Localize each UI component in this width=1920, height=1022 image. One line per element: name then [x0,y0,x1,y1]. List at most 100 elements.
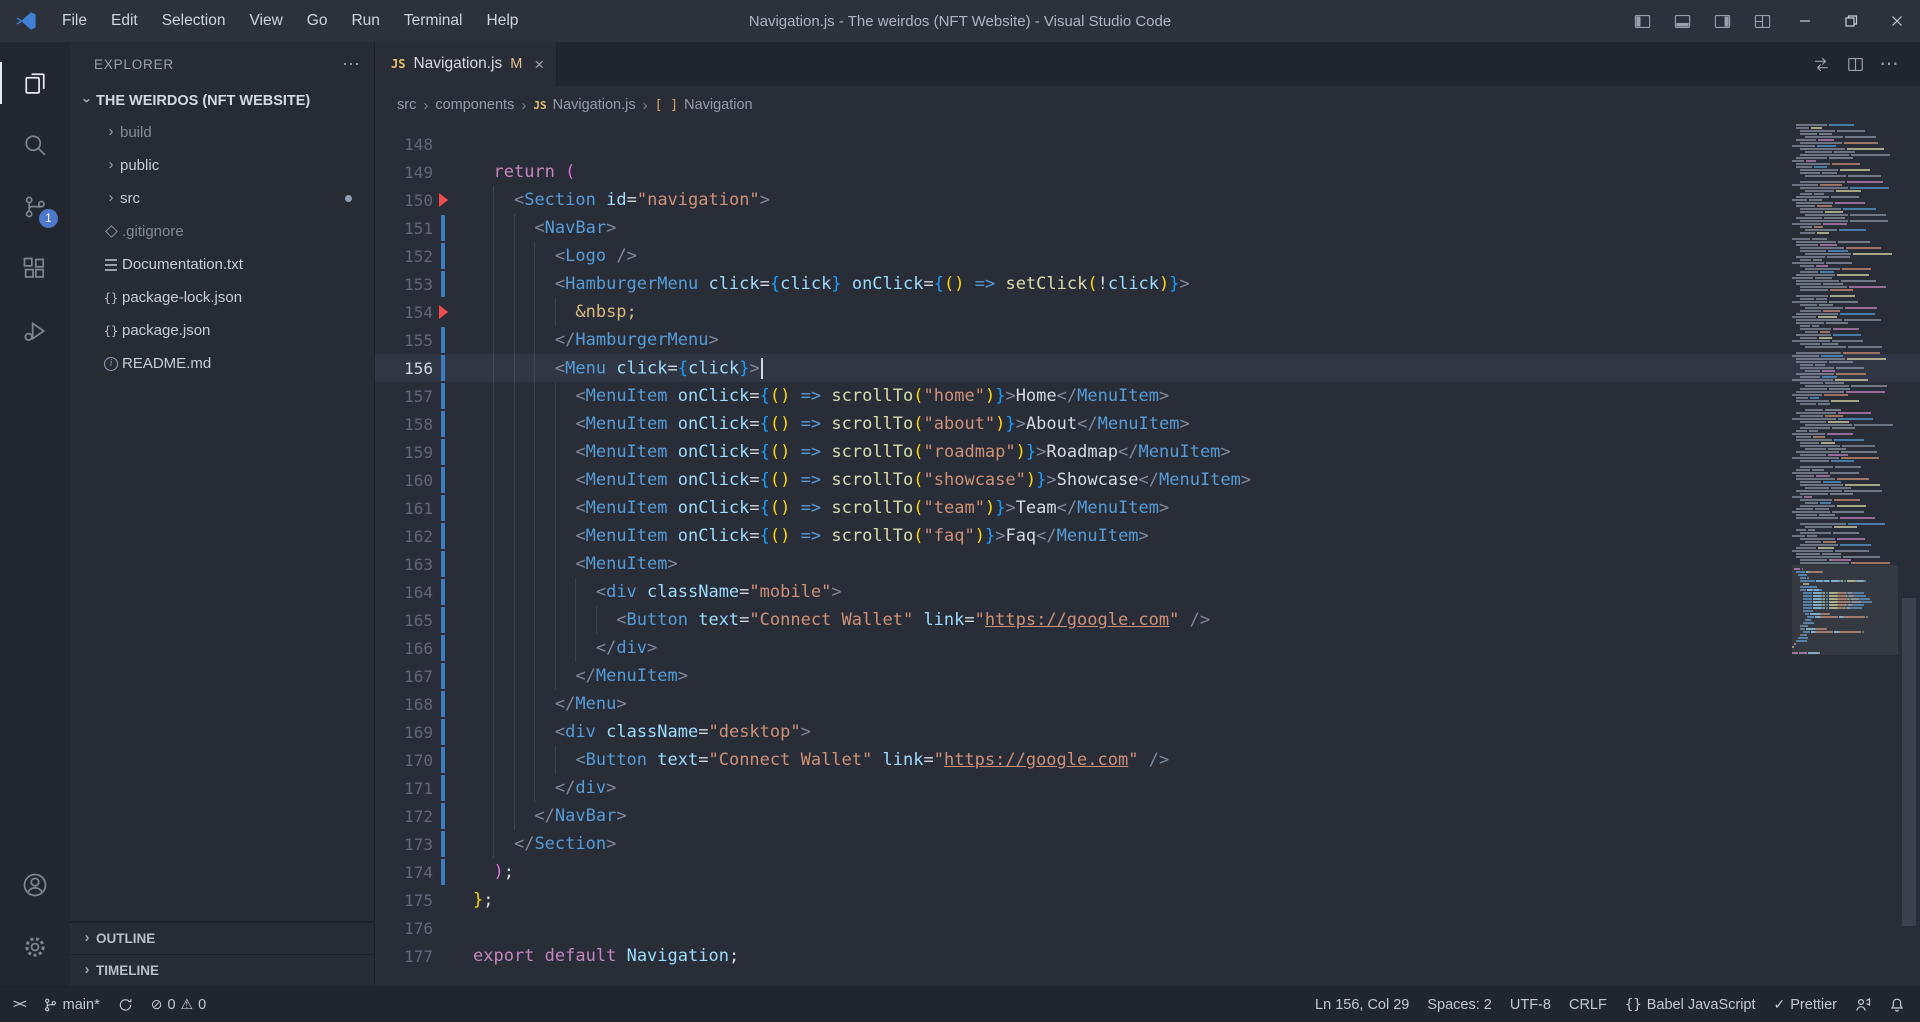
language-mode[interactable]: {} Babel JavaScript [1616,987,1765,1022]
code-line[interactable]: 172 </NavBar> [375,802,1920,830]
minimize-button[interactable] [1782,0,1828,42]
activitybar-settings[interactable] [0,916,70,978]
explorer-item-public[interactable]: ›public [70,149,374,182]
code-line[interactable]: 177export default Navigation; [375,942,1920,970]
breadcrumb-navigation-js[interactable]: JSNavigation.js [533,97,635,113]
line-number[interactable]: 168 [375,695,433,714]
code-line[interactable]: 167 </MenuItem> [375,662,1920,690]
code-line[interactable]: 156 <Menu click={click}> [375,354,1920,382]
activitybar-extensions[interactable] [0,238,70,300]
explorer-more-actions-icon[interactable]: ⋯ [342,54,360,75]
line-number[interactable]: 172 [375,807,433,826]
line-number[interactable]: 170 [375,751,433,770]
cursor-position[interactable]: Ln 156, Col 29 [1306,987,1418,1022]
code-line[interactable]: 153 <HamburgerMenu click={click} onClick… [375,270,1920,298]
menu-terminal[interactable]: Terminal [392,0,475,42]
line-number[interactable]: 159 [375,443,433,462]
code-line[interactable]: 155 </HamburgerMenu> [375,326,1920,354]
explorer-item-documentation-txt[interactable]: Documentation.txt [70,248,374,281]
section-outline[interactable]: ›OUTLINE [70,922,374,954]
tab-navigation-js[interactable]: JS Navigation.js M × [375,42,557,86]
code-line[interactable]: 162 <MenuItem onClick={() => scrollTo("f… [375,522,1920,550]
code-line[interactable]: 149 return ( [375,158,1920,186]
line-number[interactable]: 148 [375,135,433,154]
breadcrumb-navigation[interactable]: [ ]Navigation [655,97,753,113]
indentation-setting[interactable]: Spaces: 2 [1418,987,1501,1022]
activitybar-run-debug[interactable] [0,300,70,362]
line-number[interactable]: 161 [375,499,433,518]
line-number[interactable]: 149 [375,163,433,182]
line-number[interactable]: 164 [375,583,433,602]
code-line[interactable]: 165 <Button text="Connect Wallet" link="… [375,606,1920,634]
menu-view[interactable]: View [237,0,294,42]
code-line[interactable]: 173 </Section> [375,830,1920,858]
code-line[interactable]: 157 <MenuItem onClick={() => scrollTo("h… [375,382,1920,410]
code-line[interactable]: 150 <Section id="navigation"> [375,186,1920,214]
line-number[interactable]: 169 [375,723,433,742]
encoding-setting[interactable]: UTF-8 [1501,987,1560,1022]
breadcrumb-src[interactable]: src [397,97,416,113]
vertical-scrollbar[interactable] [1898,124,1920,986]
code-line[interactable]: 151 <NavBar> [375,214,1920,242]
code-editor[interactable]: 148 149 return (150 <Section id="navigati… [375,124,1920,986]
code-line[interactable]: 152 <Logo /> [375,242,1920,270]
menu-selection[interactable]: Selection [150,0,238,42]
code-line[interactable]: 161 <MenuItem onClick={() => scrollTo("t… [375,494,1920,522]
code-line[interactable]: 158 <MenuItem onClick={() => scrollTo("a… [375,410,1920,438]
activitybar-account[interactable] [0,854,70,916]
activitybar-explorer[interactable] [0,52,70,114]
line-number[interactable]: 151 [375,219,433,238]
code-line[interactable]: 175}; [375,886,1920,914]
line-number[interactable]: 166 [375,639,433,658]
line-number[interactable]: 165 [375,611,433,630]
code-line[interactable]: 164 <div className="mobile"> [375,578,1920,606]
menu-go[interactable]: Go [295,0,340,42]
scrollbar-thumb[interactable] [1902,598,1916,926]
line-number[interactable]: 162 [375,527,433,546]
minimap-viewport[interactable] [1792,565,1898,655]
explorer-item-package-json[interactable]: {}package.json [70,314,374,347]
formatter-status[interactable]: ✓ Prettier [1765,987,1846,1022]
explorer-item-src[interactable]: ›src [70,182,374,215]
close-button[interactable] [1874,0,1920,42]
menu-edit[interactable]: Edit [99,0,150,42]
code-line[interactable]: 174 ); [375,858,1920,886]
split-editor-icon[interactable] [1838,55,1872,74]
line-number[interactable]: 171 [375,779,433,798]
line-number[interactable]: 163 [375,555,433,574]
line-number[interactable]: 150 [375,191,433,210]
line-number[interactable]: 160 [375,471,433,490]
close-icon[interactable]: × [534,56,544,73]
code-line[interactable]: 159 <MenuItem onClick={() => scrollTo("r… [375,438,1920,466]
explorer-item-package-lock-json[interactable]: {}package-lock.json [70,281,374,314]
code-line[interactable]: 169 <div className="desktop"> [375,718,1920,746]
code-line[interactable]: 168 </Menu> [375,690,1920,718]
restore-button[interactable] [1828,0,1874,42]
toggle-secondary-sidebar-icon[interactable] [1702,0,1742,42]
feedback-button[interactable] [1846,987,1880,1022]
toggle-panel-icon[interactable] [1662,0,1702,42]
section-timeline[interactable]: ›TIMELINE [70,954,374,986]
eol-setting[interactable]: CRLF [1560,987,1616,1022]
menu-run[interactable]: Run [339,0,391,42]
line-number[interactable]: 153 [375,275,433,294]
line-number[interactable]: 173 [375,835,433,854]
code-line[interactable]: 163 <MenuItem> [375,550,1920,578]
code-line[interactable]: 170 <Button text="Connect Wallet" link="… [375,746,1920,774]
explorer-item-build[interactable]: ›build [70,116,374,149]
project-root[interactable]: › THE WEIRDOS (NFT WEBSITE) [70,86,374,116]
line-number[interactable]: 176 [375,919,433,938]
line-number[interactable]: 156 [375,359,433,378]
code-line[interactable]: 176 [375,914,1920,942]
code-line[interactable]: 148 [375,130,1920,158]
line-number[interactable]: 175 [375,891,433,910]
remote-indicator[interactable]: >< [4,987,34,1022]
branch-indicator[interactable]: main* [34,987,109,1022]
customize-layout-icon[interactable] [1742,0,1782,42]
open-changes-icon[interactable] [1804,55,1838,74]
sync-button[interactable] [109,987,142,1022]
code-line[interactable]: 154 &nbsp; [375,298,1920,326]
code-line[interactable]: 160 <MenuItem onClick={() => scrollTo("s… [375,466,1920,494]
line-number[interactable]: 174 [375,863,433,882]
line-number[interactable]: 152 [375,247,433,266]
